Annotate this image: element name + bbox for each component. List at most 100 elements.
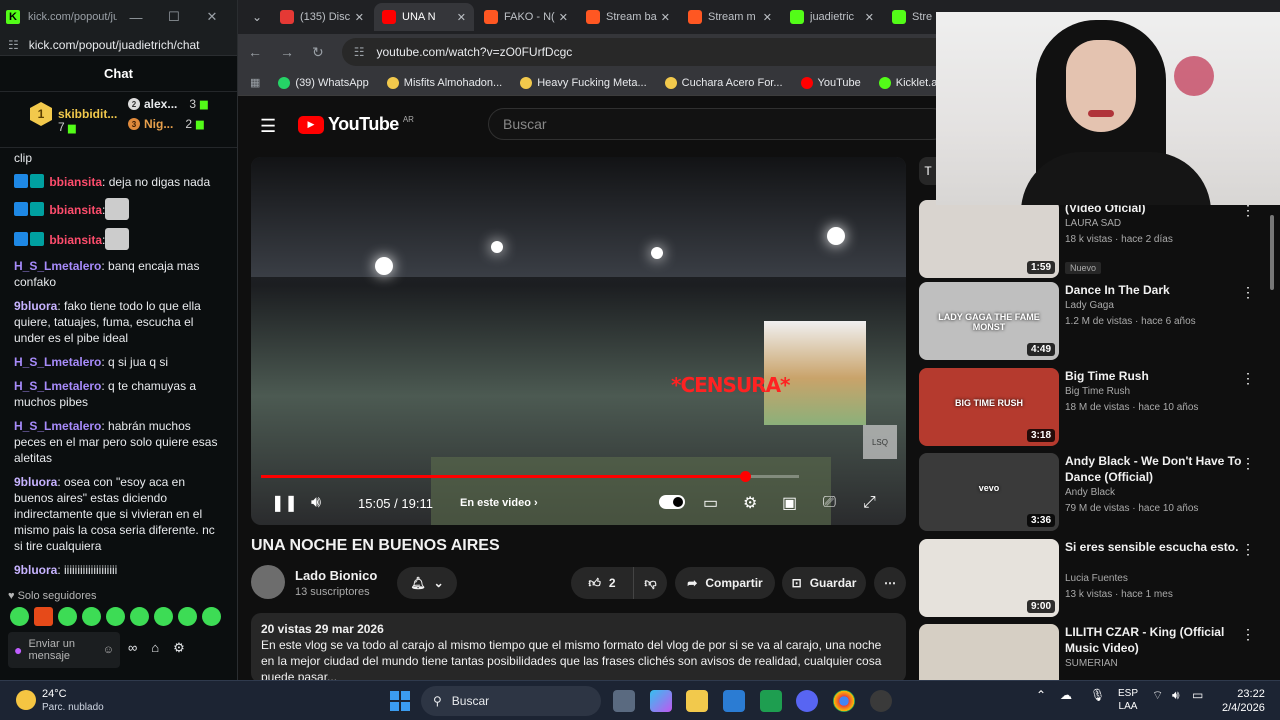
leaderboard-third[interactable]: 3 Nig... 2 ▆	[128, 117, 204, 131]
close-icon[interactable]: ✕	[193, 9, 231, 25]
chat-username[interactable]: H_S_Lmetalero	[14, 355, 101, 369]
task-view-icon[interactable]	[613, 690, 635, 712]
chat-username[interactable]: H_S_Lmetalero	[14, 379, 101, 393]
video-title-link[interactable]: LILITH CZAR - King (Official Music Video…	[1065, 624, 1245, 656]
channel-name[interactable]: Lado Bionico	[295, 568, 377, 583]
cloud-icon[interactable]: ☁	[1060, 688, 1072, 702]
forward-icon[interactable]: →	[280, 44, 294, 60]
more-vert-icon[interactable]: ⋮	[1241, 370, 1255, 387]
video-description[interactable]: 20 vistas 29 mar 2026 En este vlog se va…	[251, 613, 906, 683]
pause-icon[interactable]: ❚❚	[271, 493, 298, 513]
chat-message-list[interactable]: clip bbiansita: deja no digas nada bbian…	[0, 150, 237, 584]
scrollbar-thumb[interactable]	[1270, 215, 1274, 290]
bookmark-item[interactable]: Misfits Almohadon...	[386, 76, 502, 89]
obs-icon[interactable]	[870, 690, 892, 712]
chat-message[interactable]: H_S_Lmetalero: q te chamuyas a muchos pi…	[14, 378, 224, 410]
theater-mode-icon[interactable]: ▣	[782, 493, 797, 513]
tray-overflow-icon[interactable]: ⌃	[1036, 688, 1046, 702]
wifi-icon[interactable]: ⌔	[1152, 688, 1163, 703]
video-thumbnail[interactable]: 1:59	[919, 200, 1059, 278]
site-info-icon[interactable]: ☷	[354, 45, 365, 59]
recommended-video[interactable]: vevo 3:36 Andy Black - We Don't Have To Da…	[919, 453, 1267, 533]
tab-close-icon[interactable]: ✕	[763, 11, 772, 24]
taskbar-search[interactable]: ⚲ Buscar	[421, 686, 601, 716]
video-title-link[interactable]: Big Time Rush	[1065, 368, 1245, 384]
emote-button[interactable]	[106, 607, 125, 626]
back-icon[interactable]: ←	[248, 44, 262, 60]
video-thumbnail[interactable]	[919, 624, 1059, 680]
subscribe-bell-button[interactable]: 🔔︎ ⌄	[397, 567, 457, 599]
autoplay-toggle[interactable]	[659, 495, 685, 509]
emote-button[interactable]	[154, 607, 173, 626]
youtube-search-input[interactable]: Buscar	[488, 108, 948, 140]
chrome-icon[interactable]	[833, 690, 855, 712]
video-thumbnail[interactable]: vevo 3:36	[919, 453, 1059, 531]
chat-message[interactable]: clip	[14, 150, 224, 166]
chat-username[interactable]: 9bluora	[14, 475, 57, 489]
recommended-video[interactable]: 9:00 Si eres sensible escucha esto. Lucia …	[919, 539, 1267, 619]
bookmark-item[interactable]: YouTube	[800, 76, 861, 89]
leaderboard-second[interactable]: 2 alex... 3 ▆	[128, 97, 208, 111]
emote-button[interactable]	[178, 607, 197, 626]
browser-tab[interactable]: Stream ba ✕	[578, 3, 678, 31]
dislike-button[interactable]: 👎︎	[633, 567, 667, 599]
video-thumbnail[interactable]: LADY GAGA THE FAME MONST 4:49	[919, 282, 1059, 360]
more-vert-icon[interactable]: ⋮	[1241, 284, 1255, 301]
microphone-icon[interactable]: ●	[14, 642, 22, 658]
recommended-video[interactable]: BIG TIME RUSH 3:18 Big Time Rush Big Time R…	[919, 368, 1267, 448]
video-player[interactable]: *CENSURA* LSQ ❚❚ 🔊︎ 15:05 / 19:11 En est…	[251, 157, 906, 525]
browser-tab[interactable]: (135) Disc ✕	[272, 3, 372, 31]
tab-close-icon[interactable]: ✕	[355, 11, 364, 24]
tab-close-icon[interactable]: ✕	[457, 11, 466, 24]
word-icon[interactable]	[723, 690, 745, 712]
settings-icon[interactable]: ⚙	[173, 640, 185, 656]
emoji-icon[interactable]: ☺	[103, 644, 114, 656]
more-vert-icon[interactable]: ⋮	[1241, 541, 1255, 558]
emote-button[interactable]	[130, 607, 149, 626]
chat-message[interactable]: H_S_Lmetalero: q si jua q si	[14, 354, 224, 370]
mentions-icon[interactable]: ∞	[128, 640, 137, 656]
reload-icon[interactable]: ↻	[312, 44, 324, 61]
browser-tab[interactable]: UNA N ✕	[374, 3, 474, 31]
bookmark-item[interactable]: Cuchara Acero For...	[664, 76, 783, 89]
chat-message[interactable]: 9bluora: fako tiene todo lo que ella qui…	[14, 298, 224, 346]
recommended-video[interactable]: LILITH CZAR - King (Official Music Video…	[919, 624, 1267, 680]
emote-button[interactable]	[82, 607, 101, 626]
browser-tab[interactable]: Stream m ✕	[680, 3, 780, 31]
copilot-icon[interactable]	[650, 690, 672, 712]
page-scrollbar[interactable]	[1268, 205, 1276, 680]
tab-close-icon[interactable]: ✕	[661, 11, 670, 24]
apps-icon[interactable]: ▦	[250, 76, 260, 89]
video-channel[interactable]: Big Time Rush	[1065, 386, 1130, 397]
clock[interactable]: 23:22 2/4/2026	[1222, 687, 1265, 715]
kick-url-bar[interactable]: ☷ kick.com/popout/juadietrich/chat	[0, 34, 237, 56]
emote-button[interactable]	[34, 607, 53, 626]
bookmark-item[interactable]: (39) WhatsApp	[278, 76, 369, 89]
channel-watermark[interactable]: LSQ	[863, 425, 897, 459]
fullscreen-icon[interactable]: ⤢	[863, 494, 876, 512]
chat-message[interactable]: 9bluora: osea con "esoy aca en buenos ai…	[14, 474, 224, 554]
chat-username[interactable]: bbiansita	[49, 203, 102, 217]
cast-icon[interactable]: ⎚	[823, 494, 836, 512]
chat-message[interactable]: bbiansita:	[14, 228, 224, 250]
weather-icon[interactable]	[16, 690, 36, 710]
discord-icon[interactable]	[796, 690, 818, 712]
video-channel[interactable]: Andy Black	[1065, 487, 1115, 498]
chat-username[interactable]: 9bluora	[14, 299, 57, 313]
minimize-icon[interactable]: —	[117, 10, 155, 25]
channel-avatar[interactable]	[251, 565, 285, 599]
more-vert-icon[interactable]: ⋮	[1241, 455, 1255, 472]
recommended-video[interactable]: LADY GAGA THE FAME MONST 4:49 Dance In The…	[919, 282, 1267, 362]
chat-username[interactable]: bbiansita	[49, 233, 102, 247]
file-explorer-icon[interactable]	[686, 690, 708, 712]
video-channel[interactable]: Lucia Fuentes	[1065, 573, 1128, 584]
start-icon[interactable]	[390, 691, 410, 711]
store-icon[interactable]: ⌂	[151, 640, 159, 656]
recommended-video[interactable]: 1:59 (Video Oficial) LAURA SAD 18 k vistas …	[919, 200, 1267, 280]
chat-username[interactable]: 9bluora	[14, 563, 57, 577]
tab-close-icon[interactable]: ✕	[865, 11, 874, 24]
tab-search-icon[interactable]: ⌄	[244, 5, 270, 29]
video-title-link[interactable]: Andy Black - We Don't Have To Dance (Off…	[1065, 453, 1245, 485]
chat-username[interactable]: H_S_Lmetalero	[14, 259, 101, 273]
youtube-logo[interactable]: ▶ YouTube AR	[298, 114, 414, 135]
